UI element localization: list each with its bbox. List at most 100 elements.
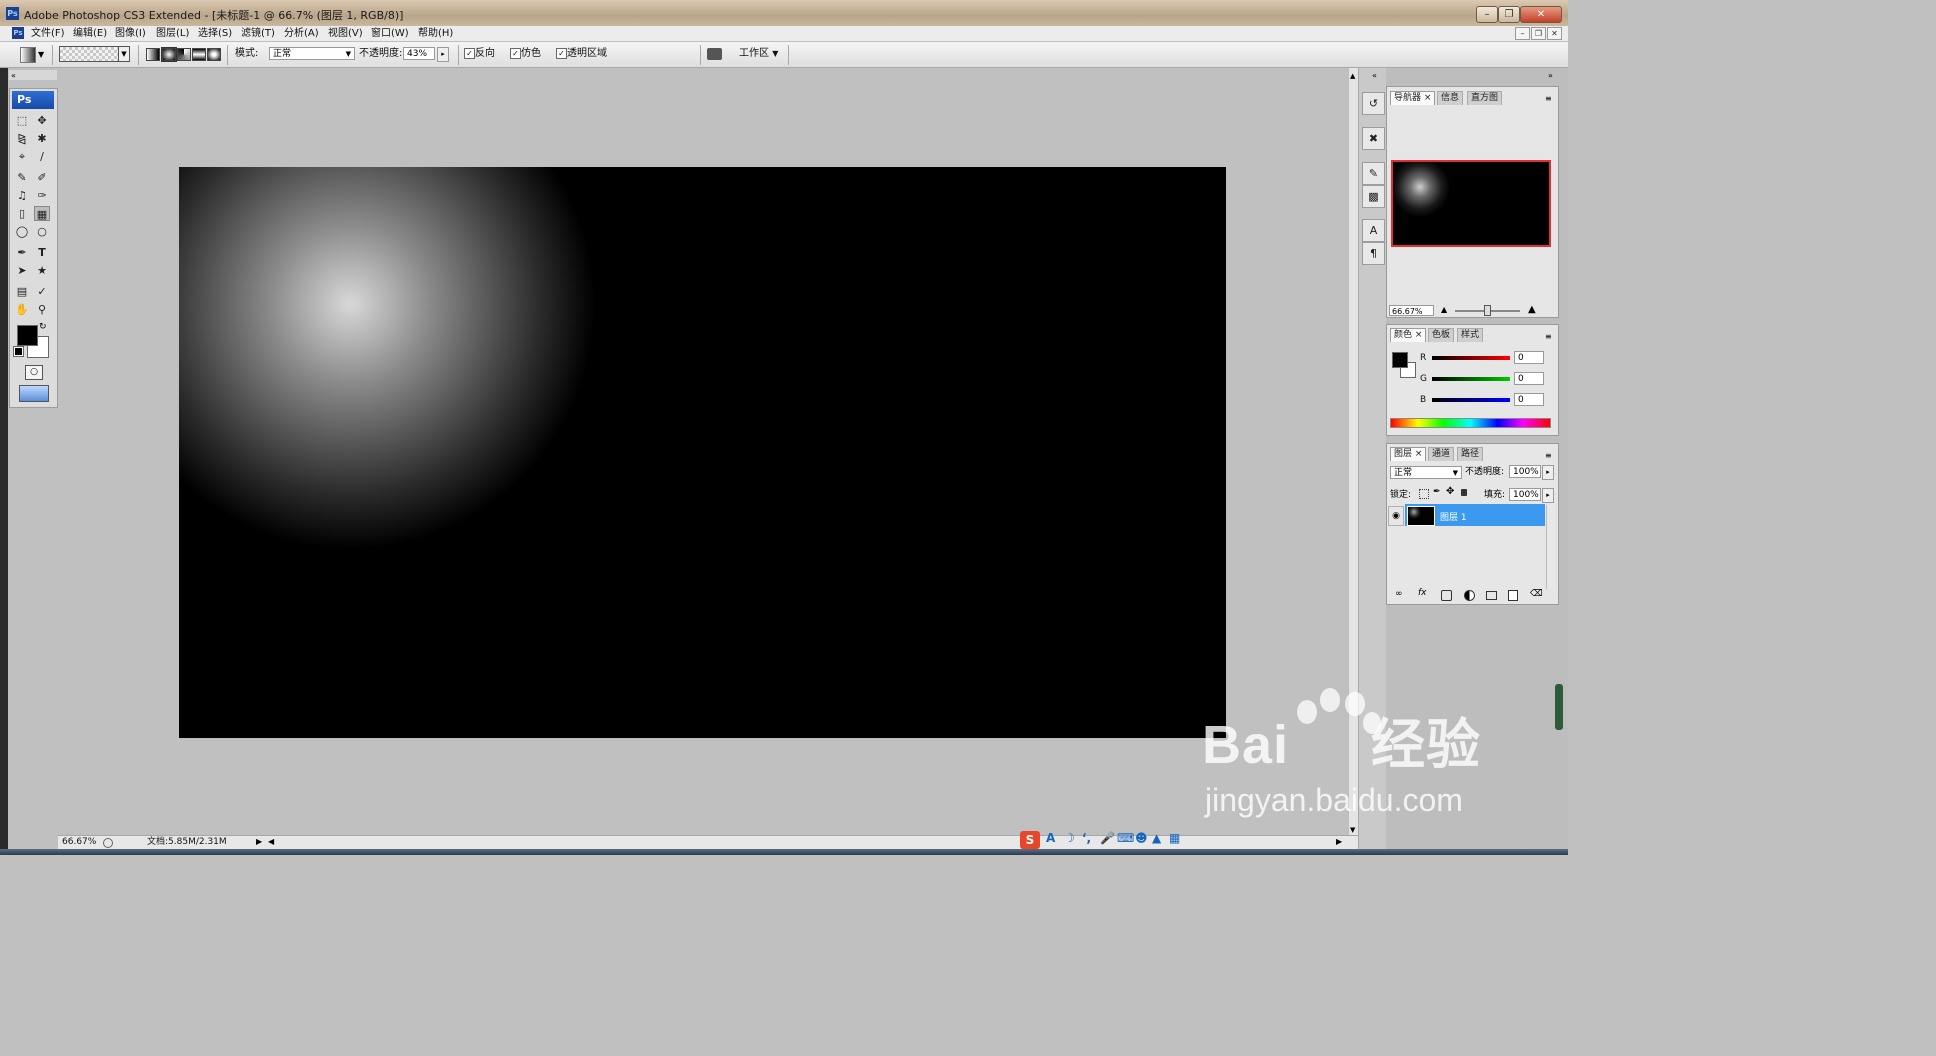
panel-menu-icon[interactable]: ≡ bbox=[1545, 451, 1552, 460]
ime-user-icon[interactable]: ☻ bbox=[1135, 831, 1148, 845]
tab-info[interactable]: 信息 bbox=[1437, 91, 1464, 105]
layer-name[interactable]: 图层 1 bbox=[1440, 510, 1467, 523]
reflected-gradient-icon[interactable] bbox=[192, 48, 206, 61]
tab-layers[interactable]: 图层 × bbox=[1390, 447, 1427, 461]
document-icon[interactable]: Ps bbox=[12, 27, 24, 39]
bridge-icon[interactable] bbox=[707, 48, 722, 60]
channel-g-value[interactable]: 0 bbox=[1514, 372, 1544, 385]
opacity-slider-arrow[interactable]: ▸ bbox=[437, 47, 449, 62]
layer-style-icon[interactable]: fx bbox=[1418, 588, 1427, 598]
layer-thumbnail[interactable] bbox=[1407, 506, 1435, 526]
layer-opacity-input[interactable]: 100% bbox=[1509, 465, 1541, 478]
marquee-tool-icon[interactable]: ⬚ bbox=[14, 113, 30, 128]
workspace-button[interactable]: 工作区 ▼ bbox=[739, 47, 778, 61]
lock-position-icon[interactable]: ✥ bbox=[1446, 486, 1454, 497]
panel-menu-icon[interactable]: ≡ bbox=[1545, 94, 1552, 103]
status-menu-arrow[interactable]: ▶ bbox=[256, 837, 262, 846]
lasso-tool-icon[interactable]: ⧎ bbox=[14, 131, 30, 146]
history-panel-icon[interactable]: ↺ bbox=[1362, 92, 1385, 115]
transparency-checkbox[interactable]: ✓ bbox=[556, 48, 567, 59]
collapse-icon[interactable]: « bbox=[1372, 71, 1377, 80]
navigator-zoom-input[interactable]: 66.67% bbox=[1389, 305, 1434, 316]
scroll-down-icon[interactable]: ▼ bbox=[1350, 826, 1355, 834]
layer-opacity-arrow[interactable]: ▸ bbox=[1542, 465, 1554, 480]
trash-icon[interactable]: ⌫ bbox=[1530, 589, 1543, 599]
linear-gradient-icon[interactable] bbox=[146, 48, 160, 61]
channel-b-slider[interactable] bbox=[1432, 398, 1510, 402]
ime-letter-icon[interactable]: A bbox=[1046, 831, 1055, 845]
menu-edit[interactable]: 编辑(E) bbox=[73, 26, 107, 41]
foreground-color-swatch[interactable] bbox=[17, 325, 38, 346]
close-button[interactable]: ✕ bbox=[1520, 6, 1562, 23]
status-icon[interactable] bbox=[103, 838, 113, 848]
ime-moon-icon[interactable]: ☽ bbox=[1064, 831, 1075, 845]
custom-shape-tool-icon[interactable]: ★ bbox=[34, 263, 50, 278]
menu-layer[interactable]: 图层(L) bbox=[156, 26, 189, 41]
move-tool-icon[interactable]: ✥ bbox=[34, 113, 50, 128]
slice-tool-icon[interactable]: ∕ bbox=[34, 149, 50, 164]
ime-punct-icon[interactable]: ‘, bbox=[1082, 831, 1091, 845]
doc-minimize-button[interactable]: – bbox=[1515, 27, 1530, 40]
adjustment-layer-icon[interactable] bbox=[1464, 590, 1475, 601]
blur-tool-icon[interactable]: ◯ bbox=[14, 224, 30, 239]
gradient-tool-icon[interactable]: ▦ bbox=[34, 206, 50, 221]
screen-mode-icon[interactable] bbox=[19, 385, 49, 402]
crop-tool-icon[interactable]: ⌖ bbox=[14, 149, 30, 164]
panel-menu-icon[interactable]: ≡ bbox=[1545, 332, 1552, 341]
lock-transparency-icon[interactable] bbox=[1419, 489, 1429, 499]
angle-gradient-icon[interactable] bbox=[177, 48, 191, 61]
eye-icon[interactable]: ◉ bbox=[1388, 506, 1404, 526]
navigator-thumbnail[interactable] bbox=[1391, 160, 1551, 247]
link-layers-icon[interactable]: ∞ bbox=[1395, 589, 1403, 599]
new-group-icon[interactable] bbox=[1486, 591, 1497, 600]
gradient-picker[interactable] bbox=[59, 46, 123, 62]
tool-presets-icon[interactable]: ✖ bbox=[1362, 127, 1385, 150]
zoom-in-icon[interactable]: ▲ bbox=[1528, 304, 1536, 315]
path-selection-tool-icon[interactable]: ➤ bbox=[14, 263, 30, 278]
zoom-out-icon[interactable]: ▲ bbox=[1441, 305, 1447, 314]
type-tool-icon[interactable]: T bbox=[34, 245, 50, 260]
tab-channels[interactable]: 通道 bbox=[1428, 447, 1455, 461]
layer-blend-mode-select[interactable]: 正常 ▼ bbox=[1390, 466, 1462, 479]
menu-select[interactable]: 选择(S) bbox=[198, 26, 232, 41]
menu-analysis[interactable]: 分析(A) bbox=[284, 26, 319, 41]
eraser-tool-icon[interactable]: ▯ bbox=[14, 206, 30, 221]
gradient-tool-preset-icon[interactable] bbox=[20, 47, 36, 63]
layers-scrollbar[interactable] bbox=[1546, 505, 1555, 589]
expand-icon[interactable]: » bbox=[1548, 71, 1553, 80]
menu-view[interactable]: 视图(V) bbox=[328, 26, 363, 41]
minimize-button[interactable]: – bbox=[1476, 6, 1498, 23]
fill-arrow[interactable]: ▸ bbox=[1542, 488, 1554, 503]
hand-tool-icon[interactable]: ✋ bbox=[14, 302, 30, 317]
menu-window[interactable]: 窗口(W) bbox=[371, 26, 409, 41]
layer-mask-icon[interactable] bbox=[1441, 590, 1452, 601]
tab-styles[interactable]: 样式 bbox=[1457, 328, 1484, 342]
gradient-picker-arrow[interactable]: ▼ bbox=[118, 46, 130, 62]
collapse-icon[interactable]: « bbox=[9, 71, 16, 80]
lock-all-icon[interactable] bbox=[1461, 489, 1467, 496]
status-zoom[interactable]: 66.67% bbox=[62, 836, 96, 849]
menu-help[interactable]: 帮助(H) bbox=[418, 26, 453, 41]
dither-checkbox[interactable]: ✓ bbox=[510, 48, 521, 59]
scroll-right-icon[interactable]: ▶ bbox=[1336, 837, 1342, 846]
menu-file[interactable]: 文件(F) bbox=[31, 26, 65, 41]
quick-mask-icon[interactable]: ○ bbox=[25, 365, 43, 380]
diamond-gradient-icon[interactable] bbox=[207, 48, 221, 61]
doc-restore-button[interactable]: ❐ bbox=[1531, 27, 1546, 40]
navigator-zoom-thumb[interactable] bbox=[1484, 305, 1491, 316]
mode-select[interactable]: 正常 ▼ bbox=[269, 47, 355, 60]
brush-tool-icon[interactable]: ✐ bbox=[34, 170, 50, 185]
scroll-up-icon[interactable]: ▲ bbox=[1350, 72, 1355, 80]
swap-colors-icon[interactable]: ↻ bbox=[39, 322, 47, 332]
tab-histogram[interactable]: 直方图 bbox=[1467, 91, 1503, 105]
ime-shirt-icon[interactable]: ▲ bbox=[1152, 831, 1161, 845]
radial-gradient-icon[interactable] bbox=[161, 47, 177, 62]
paragraph-panel-icon[interactable]: ¶ bbox=[1362, 242, 1385, 265]
channel-b-value[interactable]: 0 bbox=[1514, 393, 1544, 406]
clone-source-icon[interactable]: ▩ bbox=[1362, 185, 1385, 208]
brushes-panel-icon[interactable]: ✎ bbox=[1362, 162, 1385, 185]
tab-swatches[interactable]: 色板 bbox=[1428, 328, 1455, 342]
ime-mic-icon[interactable]: 🎤 bbox=[1100, 831, 1115, 845]
toolbox-header[interactable]: « bbox=[9, 70, 57, 80]
pen-tool-icon[interactable]: ✒ bbox=[14, 245, 30, 260]
